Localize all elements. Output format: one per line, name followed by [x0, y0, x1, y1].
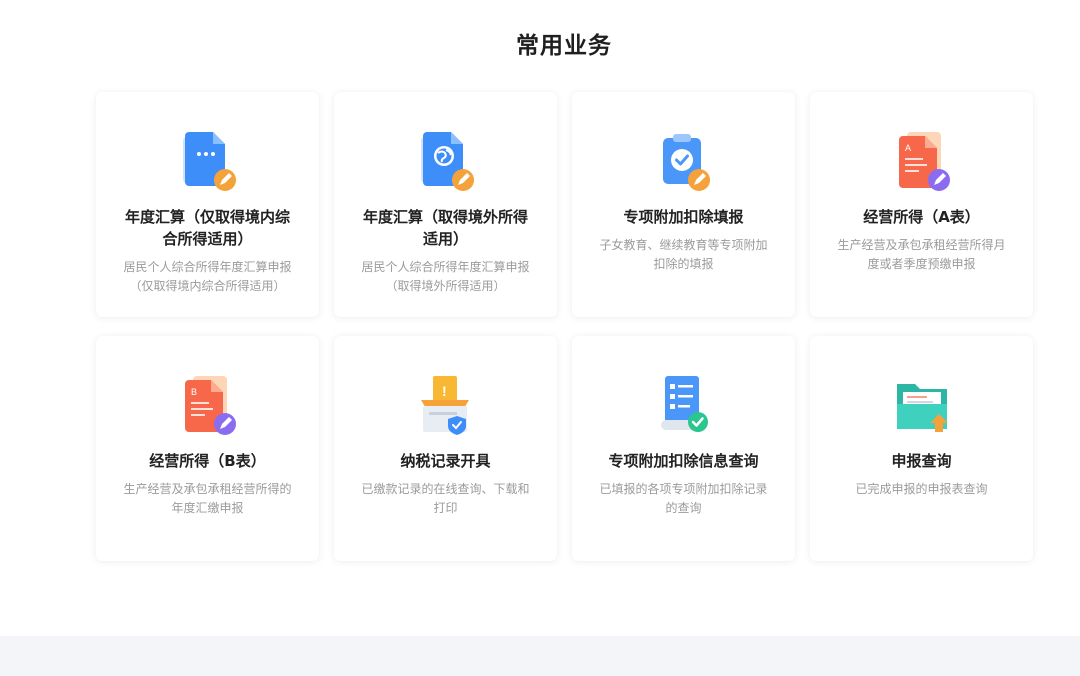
card-special-deduction-fill[interactable]: 专项附加扣除填报 子女教育、继续教育等专项附加扣除的填报 [572, 92, 795, 317]
card-business-income-b[interactable]: B 经营所得（B表） 生产经营及承包承租经营所得的年度汇缴申报 [96, 336, 319, 561]
document-globe-icon [417, 130, 477, 196]
footer-band [0, 636, 1080, 676]
card-title: 年度汇算（仅取得境内综合所得适用） [124, 208, 290, 248]
card-description: 已填报的各项专项附加扣除记录的查询 [599, 482, 768, 515]
svg-text:A: A [905, 143, 911, 153]
checklist-scroll-icon [655, 374, 715, 440]
svg-text:!: ! [442, 383, 447, 399]
card-business-income-a[interactable]: A 经营所得（A表） 生产经营及承包承租经营所得月度或者季度预缴申报 [810, 92, 1033, 317]
card-annual-settlement-domestic[interactable]: 年度汇算（仅取得境内综合所得适用） 居民个人综合所得年度汇算申报（仅取得境内综合… [96, 92, 319, 317]
card-description: 已缴款记录的在线查询、下载和打印 [361, 482, 530, 515]
document-chat-icon [179, 130, 239, 196]
svg-text:B: B [191, 387, 197, 397]
tax-record-box-icon: ! [417, 374, 477, 440]
section-title: 常用业务 [516, 33, 612, 59]
card-special-deduction-query[interactable]: 专项附加扣除信息查询 已填报的各项专项附加扣除记录的查询 [572, 336, 795, 561]
card-description: 居民个人综合所得年度汇算申报（仅取得境内综合所得适用） [123, 260, 292, 293]
card-title: 申报查询 [891, 452, 952, 470]
business-grid: 年度汇算（仅取得境内综合所得适用） 居民个人综合所得年度汇算申报（仅取得境内综合… [96, 92, 1034, 561]
card-annual-settlement-foreign[interactable]: 年度汇算（取得境外所得适用） 居民个人综合所得年度汇算申报（取得境外所得适用） [334, 92, 557, 317]
card-description: 已完成申报的申报表查询 [855, 482, 988, 496]
card-title: 年度汇算（取得境外所得适用） [362, 208, 528, 248]
clipboard-check-icon [655, 130, 715, 196]
card-description: 子女教育、继续教育等专项附加扣除的填报 [599, 238, 768, 271]
card-title: 经营所得（A表） [863, 208, 980, 226]
card-declaration-query[interactable]: 申报查询 已完成申报的申报表查询 [810, 336, 1033, 561]
card-description: 居民个人综合所得年度汇算申报（取得境外所得适用） [361, 260, 530, 293]
form-a-icon: A [893, 130, 953, 196]
form-b-icon: B [179, 374, 239, 440]
card-title: 专项附加扣除填报 [623, 208, 744, 226]
card-title: 纳税记录开具 [400, 452, 491, 470]
folder-upload-icon [893, 374, 953, 440]
card-description: 生产经营及承包承租经营所得月度或者季度预缴申报 [837, 238, 1006, 271]
card-description: 生产经营及承包承租经营所得的年度汇缴申报 [123, 482, 292, 515]
card-title: 专项附加扣除信息查询 [608, 452, 759, 470]
card-title: 经营所得（B表） [149, 452, 266, 470]
card-tax-record-issue[interactable]: ! 纳税记录开具 已缴款记录的在线查询、下载和打印 [334, 336, 557, 561]
